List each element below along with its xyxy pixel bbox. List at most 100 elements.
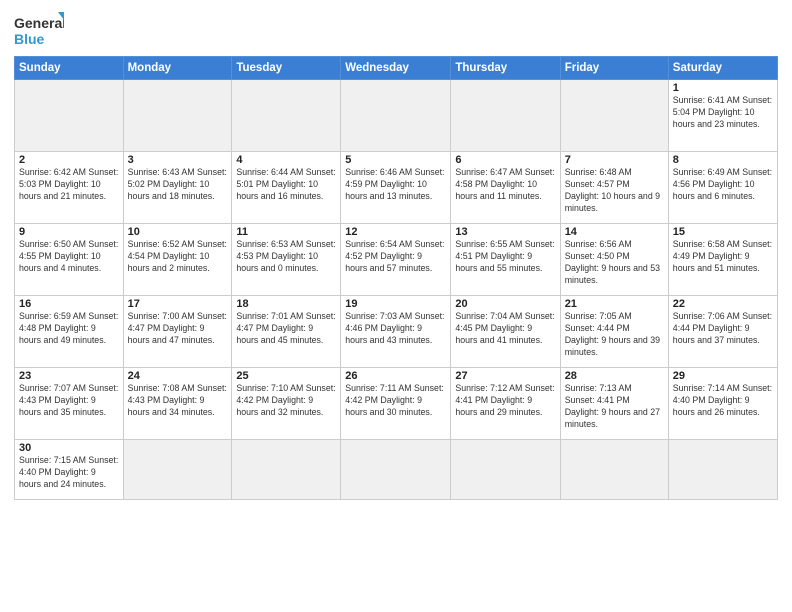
day-info: Sunrise: 7:04 AM Sunset: 4:45 PM Dayligh… — [455, 311, 555, 347]
weekday-wednesday: Wednesday — [341, 57, 451, 80]
day-number: 26 — [345, 370, 446, 382]
day-number: 18 — [236, 298, 336, 310]
table-row — [560, 80, 668, 152]
table-row — [341, 80, 451, 152]
day-info: Sunrise: 6:55 AM Sunset: 4:51 PM Dayligh… — [455, 239, 555, 275]
day-info: Sunrise: 6:50 AM Sunset: 4:55 PM Dayligh… — [19, 239, 119, 275]
day-number: 27 — [455, 370, 555, 382]
day-number: 16 — [19, 298, 119, 310]
day-number: 10 — [128, 226, 228, 238]
day-info: Sunrise: 6:53 AM Sunset: 4:53 PM Dayligh… — [236, 239, 336, 275]
day-info: Sunrise: 6:52 AM Sunset: 4:54 PM Dayligh… — [128, 239, 228, 275]
day-number: 22 — [673, 298, 773, 310]
day-number: 3 — [128, 154, 228, 166]
table-row: 2Sunrise: 6:42 AM Sunset: 5:03 PM Daylig… — [15, 152, 124, 224]
week-row-1: 1Sunrise: 6:41 AM Sunset: 5:04 PM Daylig… — [15, 80, 778, 152]
day-number: 2 — [19, 154, 119, 166]
day-number: 29 — [673, 370, 773, 382]
day-info: Sunrise: 6:48 AM Sunset: 4:57 PM Dayligh… — [565, 167, 664, 215]
week-row-3: 9Sunrise: 6:50 AM Sunset: 4:55 PM Daylig… — [15, 224, 778, 296]
day-info: Sunrise: 7:14 AM Sunset: 4:40 PM Dayligh… — [673, 383, 773, 419]
weekday-thursday: Thursday — [451, 57, 560, 80]
day-info: Sunrise: 7:15 AM Sunset: 4:40 PM Dayligh… — [19, 455, 119, 491]
day-number: 15 — [673, 226, 773, 238]
day-info: Sunrise: 6:58 AM Sunset: 4:49 PM Dayligh… — [673, 239, 773, 275]
table-row: 25Sunrise: 7:10 AM Sunset: 4:42 PM Dayli… — [232, 368, 341, 440]
day-info: Sunrise: 7:03 AM Sunset: 4:46 PM Dayligh… — [345, 311, 446, 347]
table-row: 8Sunrise: 6:49 AM Sunset: 4:56 PM Daylig… — [668, 152, 777, 224]
weekday-tuesday: Tuesday — [232, 57, 341, 80]
weekday-sunday: Sunday — [15, 57, 124, 80]
table-row: 27Sunrise: 7:12 AM Sunset: 4:41 PM Dayli… — [451, 368, 560, 440]
day-info: Sunrise: 6:49 AM Sunset: 4:56 PM Dayligh… — [673, 167, 773, 203]
table-row — [123, 80, 232, 152]
day-info: Sunrise: 6:42 AM Sunset: 5:03 PM Dayligh… — [19, 167, 119, 203]
day-number: 6 — [455, 154, 555, 166]
table-row: 16Sunrise: 6:59 AM Sunset: 4:48 PM Dayli… — [15, 296, 124, 368]
table-row: 19Sunrise: 7:03 AM Sunset: 4:46 PM Dayli… — [341, 296, 451, 368]
table-row: 15Sunrise: 6:58 AM Sunset: 4:49 PM Dayli… — [668, 224, 777, 296]
table-row — [560, 440, 668, 500]
day-info: Sunrise: 6:44 AM Sunset: 5:01 PM Dayligh… — [236, 167, 336, 203]
day-number: 8 — [673, 154, 773, 166]
day-number: 4 — [236, 154, 336, 166]
day-info: Sunrise: 6:47 AM Sunset: 4:58 PM Dayligh… — [455, 167, 555, 203]
weekday-monday: Monday — [123, 57, 232, 80]
svg-text:General: General — [14, 15, 64, 31]
week-row-4: 16Sunrise: 6:59 AM Sunset: 4:48 PM Dayli… — [15, 296, 778, 368]
week-row-6: 30Sunrise: 7:15 AM Sunset: 4:40 PM Dayli… — [15, 440, 778, 500]
day-info: Sunrise: 7:11 AM Sunset: 4:42 PM Dayligh… — [345, 383, 446, 419]
table-row — [123, 440, 232, 500]
table-row: 28Sunrise: 7:13 AM Sunset: 4:41 PM Dayli… — [560, 368, 668, 440]
svg-text:Blue: Blue — [14, 31, 45, 47]
day-number: 13 — [455, 226, 555, 238]
week-row-5: 23Sunrise: 7:07 AM Sunset: 4:43 PM Dayli… — [15, 368, 778, 440]
table-row: 1Sunrise: 6:41 AM Sunset: 5:04 PM Daylig… — [668, 80, 777, 152]
logo: General Blue — [14, 10, 64, 50]
day-info: Sunrise: 7:08 AM Sunset: 4:43 PM Dayligh… — [128, 383, 228, 419]
day-number: 30 — [19, 442, 119, 454]
table-row: 23Sunrise: 7:07 AM Sunset: 4:43 PM Dayli… — [15, 368, 124, 440]
table-row: 29Sunrise: 7:14 AM Sunset: 4:40 PM Dayli… — [668, 368, 777, 440]
table-row: 11Sunrise: 6:53 AM Sunset: 4:53 PM Dayli… — [232, 224, 341, 296]
table-row — [15, 80, 124, 152]
table-row: 5Sunrise: 6:46 AM Sunset: 4:59 PM Daylig… — [341, 152, 451, 224]
day-number: 21 — [565, 298, 664, 310]
day-info: Sunrise: 7:06 AM Sunset: 4:44 PM Dayligh… — [673, 311, 773, 347]
table-row: 21Sunrise: 7:05 AM Sunset: 4:44 PM Dayli… — [560, 296, 668, 368]
table-row — [451, 440, 560, 500]
day-number: 7 — [565, 154, 664, 166]
page-header: General Blue — [14, 10, 778, 50]
day-number: 1 — [673, 82, 773, 94]
table-row: 30Sunrise: 7:15 AM Sunset: 4:40 PM Dayli… — [15, 440, 124, 500]
day-number: 12 — [345, 226, 446, 238]
day-info: Sunrise: 6:41 AM Sunset: 5:04 PM Dayligh… — [673, 95, 773, 131]
day-number: 11 — [236, 226, 336, 238]
day-number: 14 — [565, 226, 664, 238]
table-row — [341, 440, 451, 500]
weekday-header-row: SundayMondayTuesdayWednesdayThursdayFrid… — [15, 57, 778, 80]
table-row: 4Sunrise: 6:44 AM Sunset: 5:01 PM Daylig… — [232, 152, 341, 224]
table-row — [232, 440, 341, 500]
day-number: 20 — [455, 298, 555, 310]
table-row: 13Sunrise: 6:55 AM Sunset: 4:51 PM Dayli… — [451, 224, 560, 296]
calendar-table: SundayMondayTuesdayWednesdayThursdayFrid… — [14, 56, 778, 500]
day-info: Sunrise: 7:12 AM Sunset: 4:41 PM Dayligh… — [455, 383, 555, 419]
day-number: 17 — [128, 298, 228, 310]
table-row — [232, 80, 341, 152]
week-row-2: 2Sunrise: 6:42 AM Sunset: 5:03 PM Daylig… — [15, 152, 778, 224]
table-row: 24Sunrise: 7:08 AM Sunset: 4:43 PM Dayli… — [123, 368, 232, 440]
day-info: Sunrise: 7:00 AM Sunset: 4:47 PM Dayligh… — [128, 311, 228, 347]
day-info: Sunrise: 7:10 AM Sunset: 4:42 PM Dayligh… — [236, 383, 336, 419]
day-info: Sunrise: 6:59 AM Sunset: 4:48 PM Dayligh… — [19, 311, 119, 347]
table-row: 12Sunrise: 6:54 AM Sunset: 4:52 PM Dayli… — [341, 224, 451, 296]
table-row: 26Sunrise: 7:11 AM Sunset: 4:42 PM Dayli… — [341, 368, 451, 440]
table-row: 9Sunrise: 6:50 AM Sunset: 4:55 PM Daylig… — [15, 224, 124, 296]
day-info: Sunrise: 7:01 AM Sunset: 4:47 PM Dayligh… — [236, 311, 336, 347]
day-number: 19 — [345, 298, 446, 310]
table-row: 10Sunrise: 6:52 AM Sunset: 4:54 PM Dayli… — [123, 224, 232, 296]
day-info: Sunrise: 7:13 AM Sunset: 4:41 PM Dayligh… — [565, 383, 664, 431]
table-row: 3Sunrise: 6:43 AM Sunset: 5:02 PM Daylig… — [123, 152, 232, 224]
day-info: Sunrise: 6:43 AM Sunset: 5:02 PM Dayligh… — [128, 167, 228, 203]
day-info: Sunrise: 7:07 AM Sunset: 4:43 PM Dayligh… — [19, 383, 119, 419]
